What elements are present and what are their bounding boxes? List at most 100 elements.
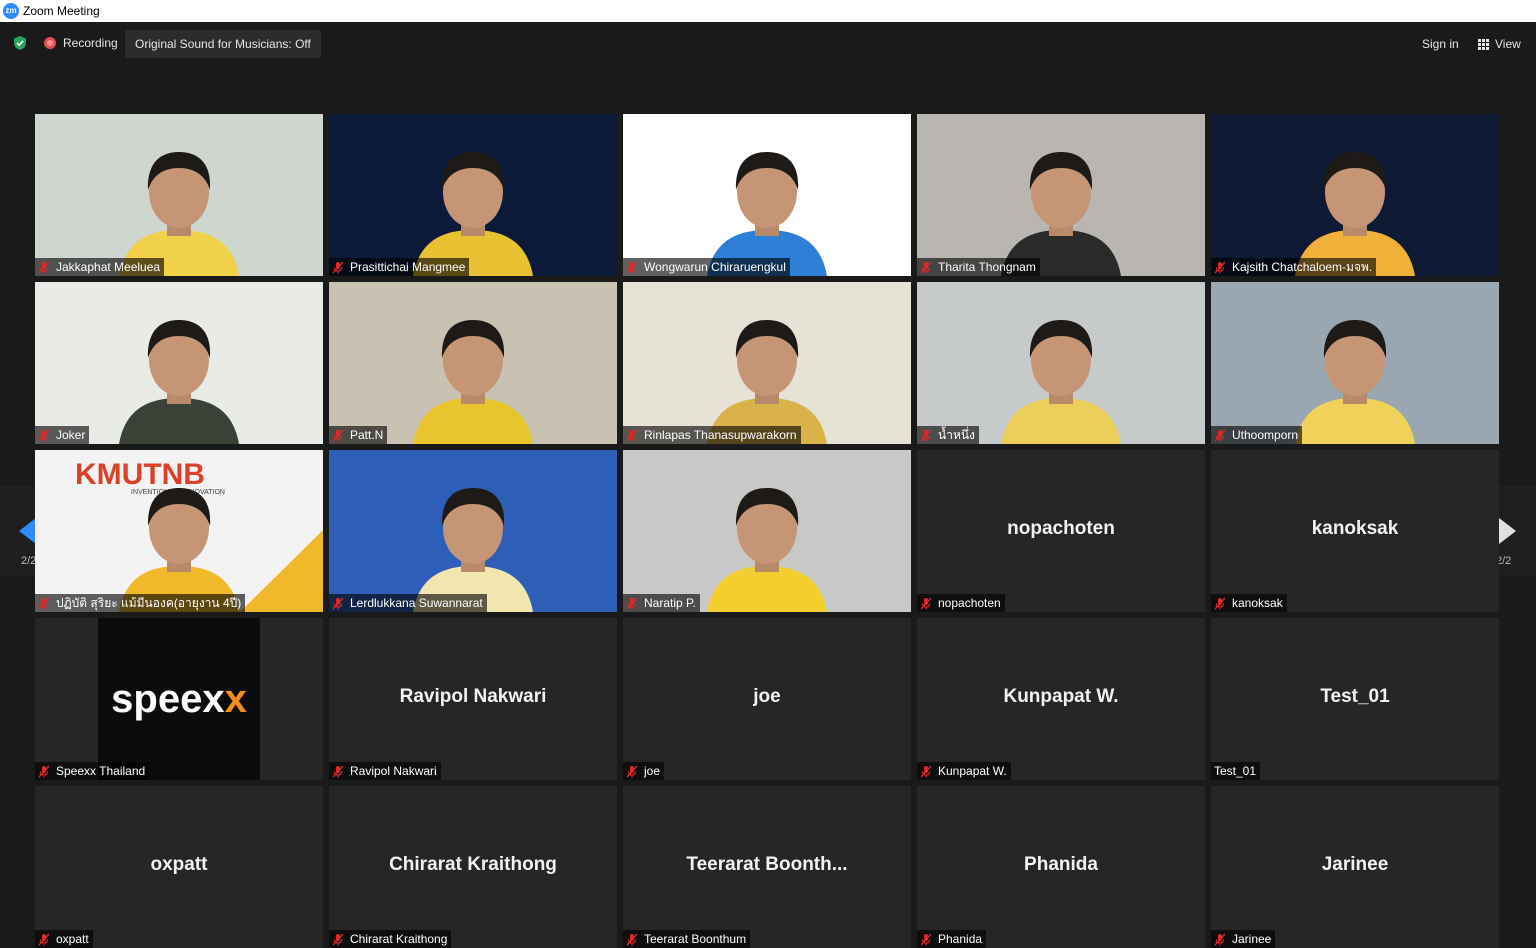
participant-name: Joker [56, 428, 86, 442]
participant-nametag: nopachoten [917, 594, 1005, 612]
participant-nametag: Ravipol Nakwari [329, 762, 441, 780]
participant-name: Prasittichai Mangmee [350, 260, 466, 274]
participant-tile[interactable]: Jarinee Jarinee [1211, 786, 1499, 948]
arrow-right-icon [1499, 518, 1516, 544]
mic-muted-icon [626, 429, 638, 441]
participant-tile[interactable]: Test_01 Test_01 [1211, 618, 1499, 780]
participant-tile[interactable]: Tharita Thongnam [917, 114, 1205, 276]
mic-muted-icon [332, 765, 344, 777]
mic-muted-icon [920, 261, 932, 273]
mic-muted-icon [920, 597, 932, 609]
participant-nametag: Uthoomporn [1211, 426, 1303, 444]
participant-name: Teerarat Boonthum [644, 932, 747, 946]
video-feed [917, 282, 1205, 444]
mic-muted-icon [38, 429, 50, 441]
participant-name: Jarinee [1232, 932, 1272, 946]
kmutnb-logo-text: KMUTNB [75, 458, 205, 491]
mic-muted-icon [332, 429, 344, 441]
participant-name: Lerdlukkana Suwannarat [350, 596, 483, 610]
mic-muted-icon [332, 597, 344, 609]
mic-muted-icon [1214, 429, 1226, 441]
participant-nametag: Jarinee [1211, 930, 1276, 948]
participant-name: Patt.N [350, 428, 384, 442]
mic-muted-icon [626, 261, 638, 273]
mic-muted-icon [332, 261, 344, 273]
participant-tile[interactable]: Rinlapas Thanasupwarakorn [623, 282, 911, 444]
video-feed [917, 114, 1205, 276]
mic-muted-icon [1214, 597, 1226, 609]
participant-display-name: Kunpapat W. [1003, 686, 1119, 707]
mic-muted-icon [38, 765, 50, 777]
participant-tile[interactable]: Uthoomporn [1211, 282, 1499, 444]
participant-nametag: Joker [35, 426, 90, 444]
participant-name: Speexx Thailand [56, 764, 146, 778]
participant-tile[interactable]: Prasittichai Mangmee [329, 114, 617, 276]
original-sound-button[interactable]: Original Sound for Musicians: Off [125, 30, 321, 58]
participant-tile[interactable]: น้ำหนึ่ง [917, 282, 1205, 444]
mic-muted-icon [1214, 261, 1226, 273]
participant-tile[interactable]: Teerarat Boonth... Teerarat Boonthum [623, 786, 911, 948]
participant-name: Tharita Thongnam [938, 260, 1036, 274]
participant-name: Wongwarun Chiraruengkul [644, 260, 786, 274]
participant-display-name: Test_01 [1320, 686, 1390, 707]
page-indicator-left: 2/2 [21, 555, 37, 567]
participant-tile[interactable]: Kunpapat W. Kunpapat W. [917, 618, 1205, 780]
recording-indicator[interactable]: Recording [44, 35, 118, 51]
participant-nametag: Jakkaphat Meeluea [35, 258, 165, 276]
mic-muted-icon [920, 765, 932, 777]
participant-name: น้ำหนึ่ง [938, 428, 975, 442]
view-label: View [1495, 37, 1521, 51]
participant-name: oxpatt [56, 932, 89, 946]
participant-tile[interactable]: joe joe [623, 618, 911, 780]
participant-name: Phanida [938, 932, 983, 946]
participant-nametag: Lerdlukkana Suwannarat [329, 594, 487, 612]
participant-tile[interactable]: Lerdlukkana Suwannarat [329, 450, 617, 612]
mic-muted-icon [38, 261, 50, 273]
participant-tile[interactable]: Chirarat Kraithong Chirarat Kraithong [329, 786, 617, 948]
participant-name: Ravipol Nakwari [350, 764, 437, 778]
participant-tile[interactable]: Kajsith Chatchaloem-มจพ. [1211, 114, 1499, 276]
participant-tile[interactable]: nopachoten nopachoten [917, 450, 1205, 612]
video-feed [329, 450, 617, 612]
participant-tile[interactable]: Wongwarun Chiraruengkul [623, 114, 911, 276]
participant-name: Chirarat Kraithong [350, 932, 448, 946]
speexx-logo: speex x [98, 618, 260, 780]
video-feed [1211, 114, 1499, 276]
participant-tile[interactable]: KMUTNBINVENTION TO INNOVATIONปฏิบัติ สุร… [35, 450, 323, 612]
participant-nametag: Prasittichai Mangmee [329, 258, 470, 276]
sign-in-button[interactable]: Sign in [1412, 31, 1469, 57]
participant-tile[interactable]: Patt.N [329, 282, 617, 444]
participant-tile[interactable]: oxpatt oxpatt [35, 786, 323, 948]
participant-tile[interactable]: speex x Speexx Thailand [35, 618, 323, 780]
participant-tile[interactable]: kanoksak kanoksak [1211, 450, 1499, 612]
participant-nametag: Wongwarun Chiraruengkul [623, 258, 790, 276]
shield-icon[interactable] [12, 35, 28, 51]
participant-nametag: Tharita Thongnam [917, 258, 1040, 276]
participant-nametag: Patt.N [329, 426, 388, 444]
participant-name: Kunpapat W. [938, 764, 1007, 778]
mic-muted-icon [626, 597, 638, 609]
participant-tile[interactable]: Jakkaphat Meeluea [35, 114, 323, 276]
view-button[interactable]: View [1472, 31, 1527, 57]
participant-tile[interactable]: Joker [35, 282, 323, 444]
participant-tile[interactable]: Phanida Phanida [917, 786, 1205, 948]
participant-name: Kajsith Chatchaloem-มจพ. [1232, 260, 1373, 274]
participant-display-name: joe [753, 686, 781, 707]
participant-nametag: ปฏิบัติ สุริยะ แม้มีนองค(อายุงาน 4ปี) [35, 594, 246, 612]
participant-name: ปฏิบัติ สุริยะ แม้มีนองค(อายุงาน 4ปี) [56, 596, 242, 610]
video-feed [623, 114, 911, 276]
window-title: Zoom Meeting [23, 4, 100, 18]
participant-nametag: Phanida [917, 930, 987, 948]
participant-tile[interactable]: Naratip P. [623, 450, 911, 612]
participant-display-name: Ravipol Nakwari [399, 686, 547, 707]
video-feed: KMUTNBINVENTION TO INNOVATION [35, 450, 323, 612]
window-titlebar: zm Zoom Meeting [0, 0, 1536, 22]
video-feed [1211, 282, 1499, 444]
participant-name: Jakkaphat Meeluea [56, 260, 161, 274]
participant-gallery: Jakkaphat Meeluea Prasittichai Mangmee Won… [35, 114, 1499, 948]
grid-view-icon [1478, 38, 1489, 50]
record-icon [44, 37, 56, 49]
participant-nametag: Teerarat Boonthum [623, 930, 751, 948]
participant-display-name: Phanida [1024, 854, 1098, 875]
participant-tile[interactable]: Ravipol Nakwari Ravipol Nakwari [329, 618, 617, 780]
